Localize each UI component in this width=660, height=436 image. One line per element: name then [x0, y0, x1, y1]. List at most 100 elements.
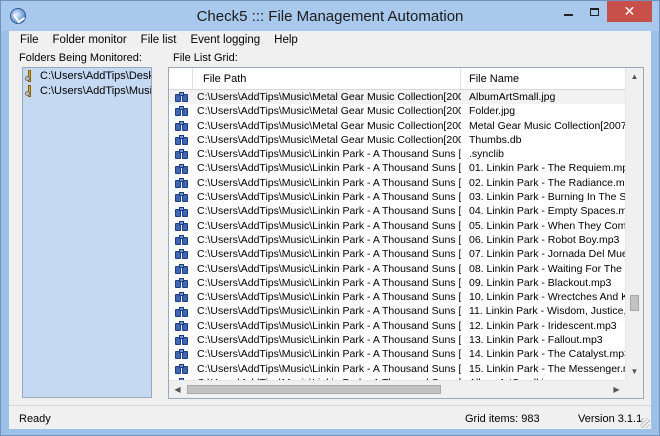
- file-path-cell: C:\Users\AddTips\Music\Linkin Park - A T…: [197, 319, 461, 332]
- row-icon-cell[interactable]: [169, 262, 193, 276]
- table-row[interactable]: C:\Users\AddTips\Music\Linkin Park - A T…: [169, 190, 625, 205]
- file-name-cell: 04. Linkin Park - Empty Spaces.mp3: [469, 205, 625, 218]
- panel-splitter[interactable]: [159, 67, 164, 399]
- row-icon-cell[interactable]: [169, 204, 193, 218]
- menu-file-list[interactable]: File list: [134, 31, 184, 50]
- minimize-button[interactable]: [555, 1, 581, 22]
- scroll-up-arrow-icon[interactable]: ▲: [626, 68, 643, 85]
- folder-list-item[interactable]: C:\Users\AddTips\Desktop: [23, 68, 151, 83]
- file-name-cell: AlbumArtSmall.jpg: [469, 91, 556, 103]
- row-icon-cell[interactable]: [169, 333, 193, 347]
- file-path-cell: C:\Users\AddTips\Music\Metal Gear Music …: [197, 133, 461, 146]
- table-row[interactable]: C:\Users\AddTips\Music\Linkin Park - A T…: [169, 347, 625, 362]
- file-name-cell: 01. Linkin Park - The Requiem.mp3: [469, 162, 625, 175]
- status-bar: Ready Grid items: 983 Version 3.1.1: [9, 405, 651, 429]
- row-icon-cell[interactable]: [169, 276, 193, 290]
- row-icon-cell[interactable]: [169, 247, 193, 261]
- menu-event-logging[interactable]: Event logging: [183, 31, 267, 50]
- table-row[interactable]: C:\Users\AddTips\Music\Linkin Park - A T…: [169, 275, 625, 291]
- file-path-cell: C:\Users\AddTips\Music\Metal Gear Music …: [197, 91, 461, 103]
- table-row[interactable]: C:\Users\AddTips\Music\Linkin Park - A T…: [169, 261, 625, 276]
- table-row[interactable]: C:\Users\AddTips\Music\Linkin Park - A T…: [169, 361, 625, 376]
- column-header-file-name[interactable]: File Name: [461, 68, 625, 89]
- row-icon-cell[interactable]: [169, 104, 193, 118]
- binoculars-icon: [174, 192, 188, 203]
- row-icon-cell[interactable]: [169, 290, 193, 304]
- table-row[interactable]: C:\Users\AddTips\Music\Linkin Park - A T…: [169, 304, 625, 319]
- row-icon-cell[interactable]: [169, 90, 193, 104]
- table-row[interactable]: C:\Users\AddTips\Music\Linkin Park - A T…: [169, 247, 625, 262]
- table-row[interactable]: C:\Users\AddTips\Music\Linkin Park - A T…: [169, 318, 625, 334]
- table-row[interactable]: C:\Users\AddTips\Music\Linkin Park - A T…: [169, 218, 625, 233]
- row-icon-cell[interactable]: [169, 190, 193, 204]
- file-name-cell: .synclib: [469, 148, 505, 161]
- row-icon-cell[interactable]: [169, 176, 193, 190]
- menu-folder-monitor[interactable]: Folder monitor: [46, 31, 134, 50]
- minimize-icon: [563, 13, 573, 16]
- grid-items-count: Grid items: 983: [465, 413, 540, 425]
- horizontal-scroll-thumb[interactable]: [187, 385, 441, 394]
- menu-file[interactable]: File: [13, 31, 46, 50]
- row-icon-cell[interactable]: [169, 133, 193, 147]
- table-row[interactable]: C:\Users\AddTips\Music\Linkin Park - A T…: [169, 147, 625, 162]
- status-ready: Ready: [19, 413, 51, 425]
- close-button[interactable]: ✕: [607, 1, 652, 22]
- scroll-left-arrow-icon[interactable]: ◀: [169, 381, 186, 398]
- vertical-scrollbar[interactable]: ▲ ▼: [625, 68, 643, 380]
- monitored-folders-list[interactable]: C:\Users\AddTips\Desktop C:\Users\AddTips…: [22, 67, 152, 398]
- table-row[interactable]: C:\Users\AddTips\Music\Linkin Park - A T…: [169, 204, 625, 219]
- table-row[interactable]: C:\Users\AddTips\Music\Metal Gear Music …: [169, 118, 625, 133]
- file-name-cell: 14. Linkin Park - The Catalyst.mp3: [469, 348, 625, 361]
- folders-label: Folders Being Monitored:: [19, 52, 142, 64]
- binoculars-icon: [174, 320, 188, 331]
- binoculars-icon: [174, 177, 188, 188]
- row-icon-cell[interactable]: [169, 304, 193, 318]
- file-path-cell: C:\Users\AddTips\Music\Linkin Park - A T…: [197, 219, 461, 232]
- table-row[interactable]: C:\Users\AddTips\Music\Linkin Park - A T…: [169, 175, 625, 191]
- row-icon-cell[interactable]: [169, 161, 193, 175]
- title-bar[interactable]: Check5 ::: File Management Automation ✕: [1, 1, 659, 31]
- file-name-cell: 03. Linkin Park - Burning In The Skies.m: [469, 191, 625, 204]
- horizontal-scrollbar[interactable]: ◀ ▶: [169, 380, 625, 398]
- file-path-cell: C:\Users\AddTips\Music\Linkin Park - A T…: [197, 305, 461, 318]
- table-row[interactable]: C:\Users\AddTips\Music\Linkin Park - A T…: [169, 333, 625, 348]
- table-row[interactable]: C:\Users\AddTips\Music\Linkin Park - A T…: [169, 232, 625, 248]
- scroll-down-arrow-icon[interactable]: ▼: [626, 363, 643, 380]
- file-name-cell: 02. Linkin Park - The Radiance.mp3: [469, 176, 625, 189]
- column-header-file-path[interactable]: File Path: [193, 68, 461, 89]
- binoculars-icon: [174, 349, 188, 360]
- binoculars-icon: [174, 92, 188, 103]
- row-icon-cell[interactable]: [169, 362, 193, 376]
- grid-viewport: File Path File Name C:\Users\AddTips\Mus…: [169, 68, 625, 380]
- binoculars-icon: [174, 120, 188, 131]
- row-icon-cell[interactable]: [169, 319, 193, 333]
- row-icon-cell[interactable]: [169, 347, 193, 361]
- table-row[interactable]: C:\Users\AddTips\Music\Metal Gear Music …: [169, 104, 625, 119]
- window-controls: ✕: [555, 1, 652, 22]
- file-name-cell: Thumbs.db: [469, 133, 522, 146]
- file-name-cell: 13. Linkin Park - Fallout.mp3: [469, 334, 603, 347]
- table-row[interactable]: C:\Users\AddTips\Music\Metal Gear Music …: [169, 90, 625, 105]
- row-icon-cell[interactable]: [169, 233, 193, 247]
- menu-help[interactable]: Help: [267, 31, 305, 50]
- row-icon-cell[interactable]: [169, 119, 193, 133]
- file-path-cell: C:\Users\AddTips\Music\Linkin Park - A T…: [197, 362, 461, 375]
- binoculars-icon: [174, 335, 188, 346]
- file-name-cell: 05. Linkin Park - When They Come For: [469, 219, 625, 232]
- scroll-right-arrow-icon[interactable]: ▶: [608, 381, 625, 398]
- file-name-cell: Folder.jpg: [469, 105, 516, 118]
- folder-list-item[interactable]: C:\Users\AddTips\Music\: [23, 83, 151, 98]
- vertical-scroll-thumb[interactable]: [630, 295, 639, 311]
- file-name-cell: 15. Linkin Park - The Messenger.mp3: [469, 362, 625, 375]
- row-icon-cell[interactable]: [169, 219, 193, 233]
- maximize-button[interactable]: [581, 1, 607, 22]
- table-row[interactable]: C:\Users\AddTips\Music\Linkin Park - A T…: [169, 161, 625, 176]
- table-row[interactable]: C:\Users\AddTips\Music\Linkin Park - A T…: [169, 290, 625, 305]
- monitored-folder-icon: [25, 84, 37, 97]
- row-icon-cell[interactable]: [169, 147, 193, 161]
- resize-grip-icon[interactable]: [640, 418, 650, 428]
- file-list-grid[interactable]: File Path File Name C:\Users\AddTips\Mus…: [168, 67, 644, 399]
- table-row[interactable]: C:\Users\AddTips\Music\Metal Gear Music …: [169, 132, 625, 148]
- client-area: File Folder monitor File list Event logg…: [9, 31, 651, 429]
- file-path-cell: C:\Users\AddTips\Music\Linkin Park - A T…: [197, 276, 461, 289]
